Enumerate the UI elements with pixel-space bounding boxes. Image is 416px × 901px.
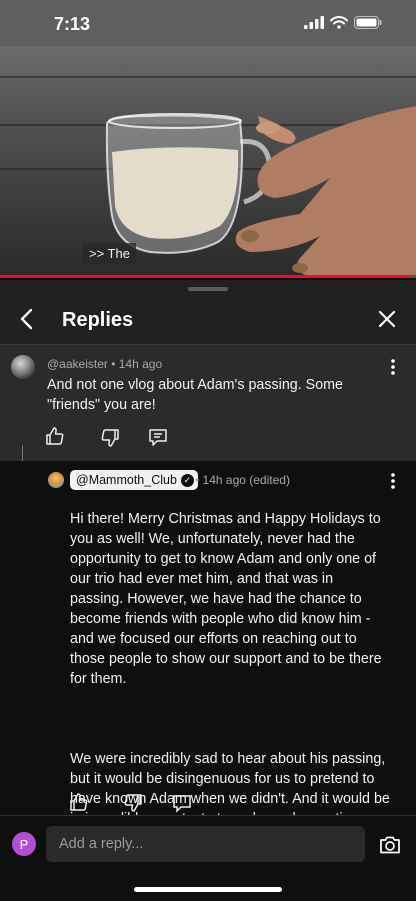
status-time: 7:13 — [54, 14, 91, 34]
reply-icon[interactable] — [147, 426, 169, 448]
avatar[interactable] — [11, 355, 35, 379]
video-frame-illustration — [105, 106, 416, 278]
back-icon[interactable] — [14, 306, 40, 332]
wifi-icon — [330, 16, 348, 29]
comment-author[interactable]: @aakeister — [47, 357, 108, 371]
status-bar: 7:13 — [0, 0, 416, 46]
comment-meta: @aakeister • 14h ago — [47, 357, 162, 371]
reply-icon[interactable] — [171, 792, 193, 814]
dislike-icon[interactable] — [99, 427, 121, 449]
parent-comment: @aakeister • 14h ago And not one vlog ab… — [0, 345, 416, 548]
reply-text: Hi there! Merry Christmas and Happy Holi… — [70, 489, 390, 815]
camera-icon[interactable] — [378, 833, 402, 857]
like-icon[interactable] — [44, 425, 66, 447]
close-icon[interactable] — [374, 306, 400, 332]
more-options-icon[interactable] — [383, 357, 403, 377]
reply-time: • 14h ago (edited) — [195, 473, 290, 487]
reply-paragraph: We were incredibly sad to hear about his… — [70, 751, 390, 815]
dislike-icon[interactable] — [122, 792, 144, 814]
reply-author: @Mammoth_Club — [76, 473, 177, 487]
page-title: Replies — [62, 309, 134, 331]
video-progress-fill — [0, 275, 410, 278]
sheet-header: Replies — [0, 294, 416, 344]
reply-paragraph: Hi there! Merry Christmas and Happy Holi… — [70, 511, 382, 687]
more-options-icon[interactable] — [383, 471, 403, 491]
like-icon[interactable] — [68, 791, 90, 813]
battery-icon — [354, 16, 382, 29]
avatar[interactable] — [48, 472, 64, 488]
reply-input[interactable] — [46, 826, 365, 862]
sheet-drag-handle[interactable] — [188, 287, 228, 291]
reply-composer: P — [0, 815, 416, 901]
comment-time: • 14h ago — [111, 357, 163, 371]
status-icons — [304, 16, 382, 29]
reply-comment: @Mammoth_Club ✓ • 14h ago (edited) Hi th… — [0, 461, 416, 815]
cellular-signal-icon — [304, 16, 324, 29]
video-progress-bar[interactable] — [0, 275, 416, 278]
creator-author-chip[interactable]: @Mammoth_Club ✓ — [70, 470, 198, 490]
user-avatar[interactable]: P — [12, 832, 36, 856]
video-caption: >> The — [83, 243, 136, 264]
video-player[interactable]: >> The — [0, 46, 416, 278]
replies-sheet: Replies @aakeister • 14h ago And not one… — [0, 280, 416, 901]
comment-text: And not one vlog about Adam's passing. S… — [47, 377, 344, 413]
verified-check-icon: ✓ — [180, 473, 194, 487]
home-indicator — [134, 887, 282, 892]
